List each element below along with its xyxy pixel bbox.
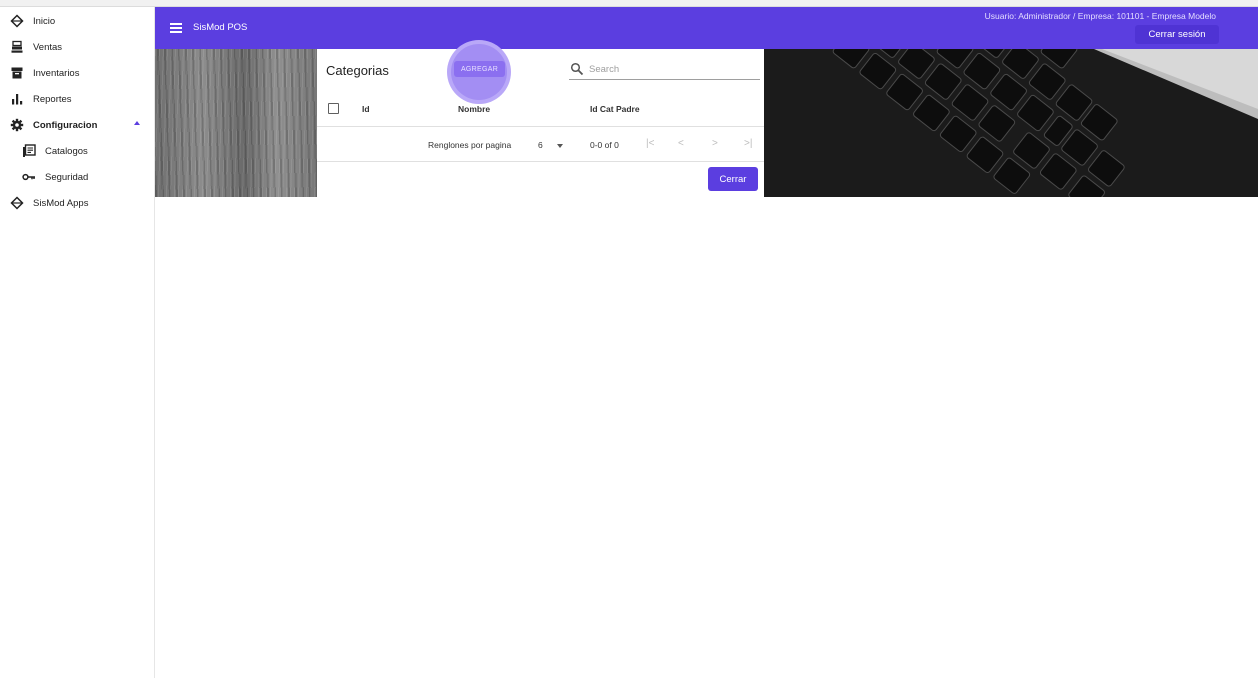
add-button[interactable]: AGREGAR (454, 61, 505, 77)
sidebar-item-label: Catalogos (45, 145, 88, 157)
archive-box-icon (9, 65, 25, 81)
window-top-border (0, 0, 1258, 7)
pagination-range: 0-0 of 0 (590, 140, 619, 150)
gear-icon (9, 117, 25, 133)
app-window: Inicio Ventas Inventarios Reportes Confi… (0, 0, 1258, 678)
sidebar-item-inicio[interactable]: Inicio (0, 8, 154, 34)
diamond-outline-icon (9, 13, 25, 29)
chevron-down-icon[interactable] (557, 144, 563, 148)
sidebar-item-inventarios[interactable]: Inventarios (0, 60, 154, 86)
search-icon (570, 62, 584, 76)
column-header-id[interactable]: Id (362, 104, 370, 114)
keyboard-background-image (764, 49, 1258, 197)
first-page-icon[interactable]: |< (646, 138, 654, 149)
search-input[interactable] (589, 61, 757, 77)
table-pagination: Renglones por pagina 6 0-0 of 0 |< < > >… (317, 127, 764, 162)
key-icon (21, 169, 37, 185)
card-title: Categorias (326, 63, 389, 78)
sidebar-item-label: Ventas (33, 41, 63, 53)
hamburger-menu-icon[interactable] (170, 22, 184, 34)
rows-per-page-select[interactable]: 6 (538, 140, 543, 150)
list-book-icon (21, 143, 37, 159)
select-all-checkbox[interactable] (328, 103, 339, 114)
sidebar-item-seguridad[interactable]: Seguridad (0, 164, 154, 190)
last-page-icon[interactable]: >| (744, 138, 752, 149)
bar-chart-icon (9, 91, 25, 107)
sidebar-item-label: Reportes (33, 93, 72, 105)
sidebar-item-label: Inventarios (33, 67, 80, 79)
diamond-outline-icon (9, 195, 25, 211)
sidebar-item-catalogos[interactable]: Catalogos (0, 138, 154, 164)
sidebar-item-ventas[interactable]: Ventas (0, 34, 154, 60)
categorias-card: Categorias AGREGAR Id Nombre Id Cat Padr… (317, 40, 764, 197)
app-bar: SisMod POS Usuario: Administrador / Empr… (155, 7, 1258, 49)
wood-background-image (155, 49, 317, 197)
sidebar-item-reportes[interactable]: Reportes (0, 86, 154, 112)
cash-register-icon (9, 39, 25, 55)
column-header-nombre[interactable]: Nombre (458, 104, 490, 114)
previous-page-icon[interactable]: < (678, 138, 684, 149)
close-button[interactable]: Cerrar (708, 167, 758, 191)
logout-button[interactable]: Cerrar sesión (1135, 25, 1219, 44)
sidebar-item-label: SisMod Apps (33, 197, 89, 209)
sidebar-item-sismod-apps[interactable]: SisMod Apps (0, 190, 154, 216)
app-title: SisMod POS (193, 22, 248, 33)
next-page-icon[interactable]: > (712, 138, 718, 149)
sidebar: Inicio Ventas Inventarios Reportes Confi… (0, 7, 155, 678)
sidebar-item-configuracion[interactable]: Configuracion (0, 112, 154, 138)
chevron-up-icon (134, 121, 140, 125)
search-field (569, 61, 760, 80)
table-header: Id Nombre Id Cat Padre (317, 93, 764, 127)
rows-per-page-label: Renglones por pagina (428, 140, 512, 150)
user-info: Usuario: Administrador / Empresa: 101101… (984, 11, 1216, 21)
sidebar-item-label: Configuracion (33, 119, 98, 131)
column-header-id-cat-padre[interactable]: Id Cat Padre (590, 104, 640, 114)
sidebar-item-label: Inicio (33, 15, 56, 27)
sidebar-item-label: Seguridad (45, 171, 89, 183)
